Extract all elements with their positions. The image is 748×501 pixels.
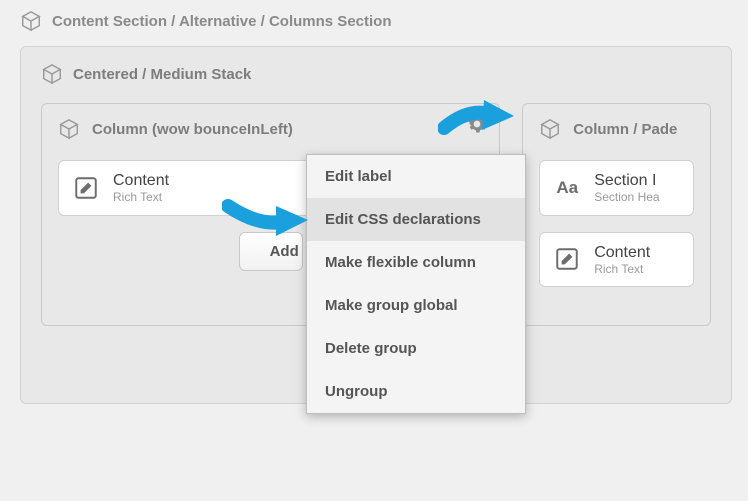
section-title: Section I: [594, 171, 659, 190]
breadcrumb-text: Content Section / Alternative / Columns …: [52, 13, 392, 30]
menu-item-edit-css-declarations[interactable]: Edit CSS declarations: [307, 198, 525, 241]
menu-item-ungroup[interactable]: Ungroup: [307, 370, 525, 413]
edit-icon: [73, 175, 99, 201]
context-menu: Edit label Edit CSS declarations Make fl…: [306, 154, 526, 414]
menu-item-make-flexible-column[interactable]: Make flexible column: [307, 241, 525, 284]
edit-icon: [554, 246, 580, 272]
cube-icon: [20, 10, 42, 32]
content-title: Content: [594, 243, 650, 262]
add-row-button[interactable]: Add r: [239, 232, 303, 271]
content-subtitle: Rich Text: [113, 190, 169, 204]
column-left-title: Column (wow bounceInLeft): [92, 121, 293, 138]
section-block[interactable]: Aa Section I Section Hea: [539, 160, 694, 216]
breadcrumb: Content Section / Alternative / Columns …: [20, 4, 748, 46]
text-aa-icon: Aa: [554, 175, 580, 201]
cube-icon: [41, 63, 63, 85]
column-right-header: Column / Pade: [539, 118, 694, 140]
menu-item-make-group-global[interactable]: Make group global: [307, 284, 525, 327]
content-block[interactable]: Content Rich Text: [539, 232, 694, 288]
column-right: Column / Pade Aa Section I Section Hea: [522, 103, 711, 326]
column-right-title: Column / Pade: [573, 121, 677, 138]
content-title: Content: [113, 171, 169, 190]
section-subtitle: Section Hea: [594, 190, 659, 204]
column-left-header: Column (wow bounceInLeft): [58, 118, 483, 140]
cube-icon: [539, 118, 561, 140]
gear-icon[interactable]: [467, 114, 487, 139]
stack-title: Centered / Medium Stack: [73, 66, 251, 83]
menu-item-edit-label[interactable]: Edit label: [307, 155, 525, 198]
stack-header: Centered / Medium Stack: [41, 63, 711, 85]
cube-icon: [58, 118, 80, 140]
menu-item-delete-group[interactable]: Delete group: [307, 327, 525, 370]
content-subtitle: Rich Text: [594, 262, 650, 276]
